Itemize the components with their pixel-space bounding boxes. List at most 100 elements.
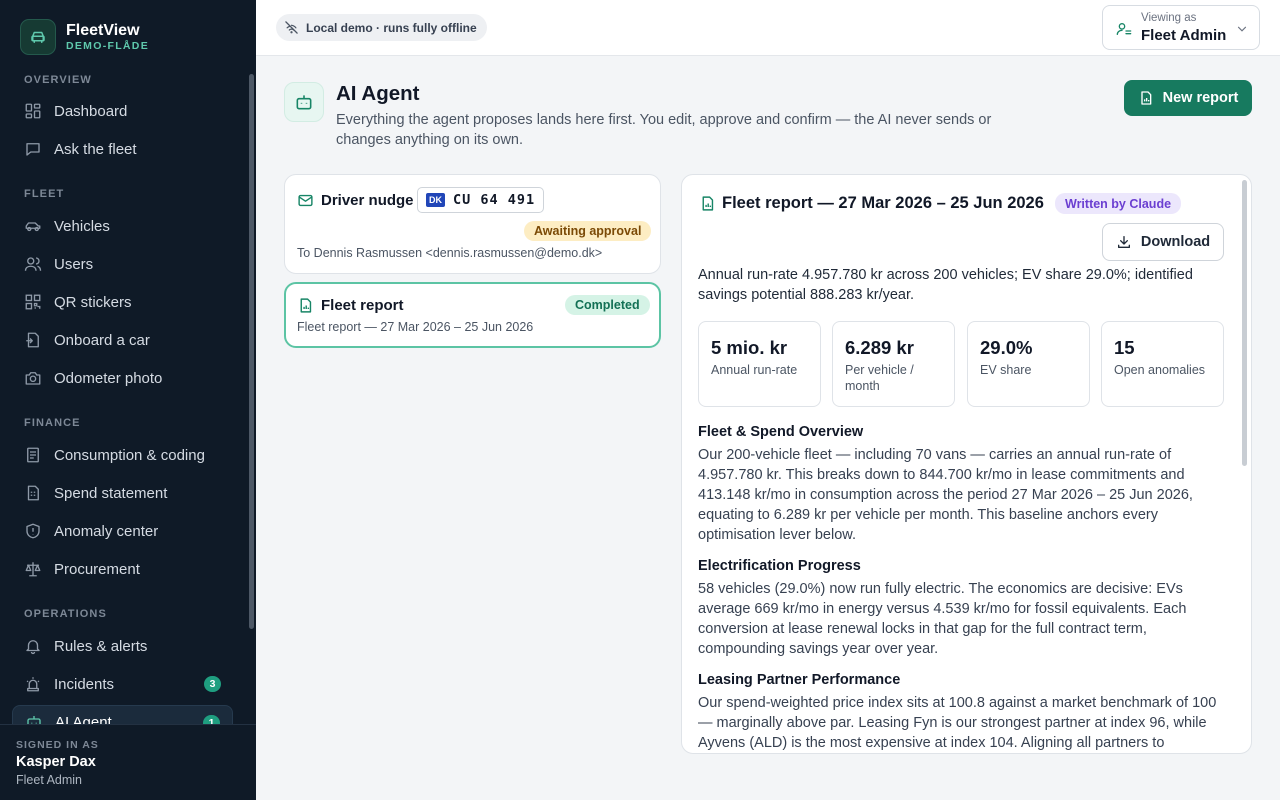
sidebar-item-ask-the-fleet[interactable]: Ask the fleet (12, 132, 233, 166)
plate-number: CU 64 491 (453, 192, 536, 208)
user-switch-icon (1116, 23, 1132, 35)
kpi-label: EV share (980, 363, 1032, 377)
role-switcher-label: Viewing as (1141, 12, 1197, 24)
file-chart-icon (300, 298, 312, 313)
sidebar-item-label: Users (54, 255, 94, 273)
download-label: Download (1140, 234, 1211, 250)
file-chart-icon (702, 196, 714, 211)
bot-icon (284, 82, 324, 122)
download-button[interactable]: Download (1102, 223, 1224, 261)
wifi-off-icon (285, 21, 298, 34)
signed-in-panel: SIGNED IN AS Kasper Dax Fleet Admin (0, 724, 256, 800)
license-plate: DK CU 64 491 (417, 187, 545, 213)
sidebar-item-label: Spend statement (54, 484, 168, 502)
sidebar-item-rules-alerts[interactable]: Rules & alerts (12, 629, 233, 663)
page-title: AI Agent (336, 82, 420, 105)
sidebar-item-procurement[interactable]: Procurement (12, 552, 233, 586)
bell-icon (24, 637, 42, 655)
role-switcher[interactable]: Viewing as Fleet Admin (1102, 5, 1260, 50)
dashboard-icon (24, 102, 42, 120)
report-section-heading: Leasing Partner Performance (698, 672, 901, 688)
sidebar-item-label: Odometer photo (54, 369, 163, 387)
proposal-subtitle: To Dennis Rasmussen <dennis.rasmussen@de… (297, 246, 603, 260)
section-label-fleet: FLEET (24, 188, 65, 200)
proposal-subtitle: Fleet report — 27 Mar 2026 – 25 Jun 2026 (297, 320, 534, 334)
sidebar-scrollbar[interactable] (249, 74, 254, 629)
sidebar: FleetView DEMO-FLÅDE OVERVIEW Dashboard … (0, 0, 256, 800)
sidebar-item-dashboard[interactable]: Dashboard (12, 94, 233, 128)
proposal-card-fleet-report[interactable]: Fleet report Completed Fleet report — 27… (284, 282, 661, 348)
sidebar-item-label: Ask the fleet (54, 140, 137, 158)
sidebar-item-incidents[interactable]: Incidents 3 (12, 667, 233, 701)
page-description: Everything the agent proposes lands here… (336, 112, 992, 148)
sidebar-item-label: Dashboard (54, 102, 128, 120)
report-section-body: 58 vehicles (29.0%) now run fully electr… (698, 581, 1187, 657)
car-logo-icon (20, 19, 56, 55)
sidebar-item-spend-statement[interactable]: Spend statement (12, 476, 233, 510)
sidebar-item-odometer-photo[interactable]: Odometer photo (12, 361, 233, 395)
receipt-icon (24, 446, 42, 464)
status-badge: Awaiting approval (524, 221, 652, 241)
sidebar-item-anomaly-center[interactable]: Anomaly center (12, 514, 233, 548)
kpi-value: 6.289 kr (845, 337, 914, 358)
report-panel[interactable]: Fleet report — 27 Mar 2026 – 25 Jun 2026… (681, 174, 1252, 754)
sidebar-item-consumption-coding[interactable]: Consumption & coding (12, 438, 233, 472)
download-icon (1117, 236, 1130, 248)
sidebar-item-label: Rules & alerts (54, 637, 148, 655)
report-section-heading: Fleet & Spend Overview (698, 424, 864, 440)
sidebar-item-qr-stickers[interactable]: QR stickers (12, 285, 233, 319)
sidebar-item-onboard-a-car[interactable]: Onboard a car (12, 323, 233, 357)
plate-country: DK (426, 193, 445, 207)
report-title: Fleet report — 27 Mar 2026 – 25 Jun 2026 (722, 194, 1044, 212)
section-label-finance: FINANCE (24, 417, 81, 429)
report-section-body: Our spend-weighted price index sits at 1… (698, 695, 1217, 751)
onboard-icon (24, 331, 42, 349)
sidebar-item-vehicles[interactable]: Vehicles (12, 209, 233, 243)
ai-agent-count-badge: 1 (203, 715, 220, 724)
user-name: Kasper Dax (16, 754, 96, 770)
signed-in-label: SIGNED IN AS (16, 739, 99, 751)
camera-icon (24, 369, 42, 387)
chat-icon (24, 140, 42, 158)
sidebar-nav[interactable]: OVERVIEW Dashboard Ask the fleet FLEET V… (0, 62, 256, 724)
kpi-value: 29.0% (980, 337, 1033, 358)
offline-badge-label: Local demo · runs fully offline (306, 20, 477, 35)
proposal-card-driver-nudge[interactable]: Driver nudge DK CU 64 491 Awaiting appro… (284, 174, 661, 274)
proposal-title: Fleet report (321, 297, 404, 314)
sidebar-item-label: QR stickers (54, 293, 132, 311)
app-name: FleetView (66, 22, 140, 39)
sidebar-item-label: Onboard a car (54, 331, 150, 349)
sidebar-item-label: Vehicles (54, 217, 110, 235)
role-switcher-value: Fleet Admin (1141, 27, 1227, 44)
kpi-label: Annual run-rate (711, 363, 798, 377)
mail-icon (298, 194, 313, 207)
scale-icon (24, 560, 42, 578)
kpi-value: 15 (1114, 337, 1135, 358)
report-scrollbar[interactable] (1242, 180, 1247, 466)
chevron-down-icon (1237, 26, 1247, 32)
car-icon (24, 217, 42, 235)
new-report-label: New report (1162, 90, 1239, 106)
shield-alert-icon (24, 522, 42, 540)
users-icon (24, 255, 42, 273)
section-label-overview: OVERVIEW (24, 74, 92, 86)
qr-icon (24, 293, 42, 311)
proposal-title: Driver nudge (321, 192, 414, 209)
brand[interactable]: FleetView DEMO-FLÅDE (20, 19, 149, 55)
sidebar-item-label: AI Agent (55, 713, 112, 725)
sidebar-item-ai-agent[interactable]: AI Agent 1 (12, 705, 233, 724)
bot-icon (25, 713, 43, 724)
user-role: Fleet Admin (16, 773, 83, 787)
incidents-count-badge: 3 (204, 676, 221, 692)
sidebar-item-label: Procurement (54, 560, 140, 578)
new-report-button[interactable]: New report (1124, 80, 1252, 116)
report-summary: Annual run-rate 4.957.780 kr across 200 … (698, 267, 1193, 303)
section-label-operations: OPERATIONS (24, 608, 107, 620)
sidebar-item-label: Consumption & coding (54, 446, 205, 464)
siren-icon (24, 675, 42, 693)
kpi-card: 6.289 kr Per vehicle / month (832, 321, 955, 407)
sidebar-item-users[interactable]: Users (12, 247, 233, 281)
app-subtitle: DEMO-FLÅDE (66, 40, 149, 52)
statement-icon (24, 484, 42, 502)
status-badge: Completed (565, 295, 650, 315)
